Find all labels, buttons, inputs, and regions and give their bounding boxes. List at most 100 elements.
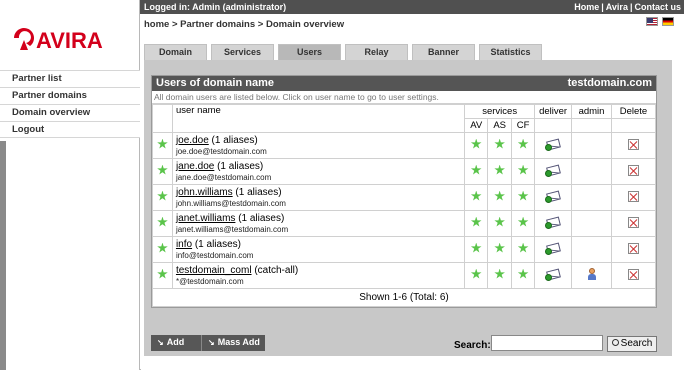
as-star-icon[interactable] — [494, 164, 505, 175]
av-cell[interactable] — [464, 184, 489, 211]
deliver-cell[interactable] — [534, 262, 573, 289]
user-cell: info (1 aliases) info@testdomain.com — [171, 236, 466, 263]
cf-cell[interactable] — [511, 132, 536, 159]
as-star-icon[interactable] — [494, 190, 505, 201]
cf-star-icon[interactable] — [517, 216, 529, 227]
arrow-icon: ↘ — [157, 338, 164, 347]
av-star-icon[interactable] — [470, 190, 482, 201]
av-star-icon[interactable] — [470, 216, 482, 227]
cf-star-icon[interactable] — [517, 190, 529, 201]
deliver-cell[interactable] — [534, 210, 573, 237]
cf-star-icon[interactable] — [517, 138, 529, 149]
admin-cell[interactable] — [571, 210, 612, 237]
status-star-icon — [157, 138, 168, 149]
admin-user-icon[interactable] — [587, 267, 597, 281]
arrow-icon: ↘ — [208, 338, 215, 347]
deliver-envelope-icon[interactable] — [545, 268, 561, 281]
delete-cell[interactable] — [610, 210, 657, 237]
as-cell[interactable] — [487, 132, 513, 159]
mass-add-button[interactable]: ↘ Mass Add — [201, 335, 265, 351]
delete-icon[interactable] — [627, 216, 639, 228]
search-button[interactable]: Search — [607, 336, 657, 352]
deliver-envelope-icon[interactable] — [545, 242, 561, 255]
tab-users[interactable]: Users — [278, 44, 341, 60]
as-cell[interactable] — [487, 158, 513, 185]
deliver-cell[interactable] — [534, 184, 573, 211]
delete-cell[interactable] — [610, 236, 657, 263]
delete-icon[interactable] — [627, 242, 639, 254]
deliver-envelope-icon[interactable] — [545, 164, 561, 177]
avira-link[interactable]: Avira — [606, 2, 628, 12]
nav-domain-overview[interactable]: Domain overview — [0, 104, 140, 121]
user-link[interactable]: john.williams — [176, 187, 233, 198]
deliver-envelope-icon[interactable] — [545, 138, 561, 151]
user-link[interactable]: testdomain_coml — [176, 265, 252, 276]
av-cell[interactable] — [464, 210, 489, 237]
user-rows: joe.doe (1 aliases) joe.doe@testdomain.co… — [152, 132, 657, 289]
de-flag-icon[interactable] — [662, 17, 674, 26]
user-aliases: (1 aliases) — [235, 212, 285, 224]
user-link[interactable]: jane.doe — [176, 161, 214, 172]
contact-link[interactable]: Contact us — [634, 2, 681, 12]
as-star-icon[interactable] — [494, 138, 505, 149]
tab-services[interactable]: Services — [211, 44, 274, 60]
deliver-cell[interactable] — [534, 132, 573, 159]
nav-partner-domains[interactable]: Partner domains — [0, 87, 140, 104]
av-cell[interactable] — [464, 236, 489, 263]
as-star-icon[interactable] — [494, 242, 505, 253]
us-flag-icon[interactable] — [646, 17, 658, 26]
add-user-button[interactable]: ↘ Add — [151, 335, 201, 351]
cf-cell[interactable] — [511, 158, 536, 185]
cf-star-icon[interactable] — [517, 164, 529, 175]
as-cell[interactable] — [487, 184, 513, 211]
cf-cell[interactable] — [511, 210, 536, 237]
as-cell[interactable] — [487, 210, 513, 237]
delete-cell[interactable] — [610, 132, 657, 159]
av-star-icon[interactable] — [470, 242, 482, 253]
cf-cell[interactable] — [511, 262, 536, 289]
deliver-envelope-icon[interactable] — [545, 190, 561, 203]
tab-relay[interactable]: Relay — [345, 44, 408, 60]
tab-domain[interactable]: Domain — [144, 44, 207, 60]
user-link[interactable]: info — [176, 239, 192, 250]
av-cell[interactable] — [464, 132, 489, 159]
cf-cell[interactable] — [511, 236, 536, 263]
av-star-icon[interactable] — [470, 138, 482, 149]
cf-star-icon[interactable] — [517, 268, 529, 279]
cf-cell[interactable] — [511, 184, 536, 211]
as-star-icon[interactable] — [494, 216, 505, 227]
admin-cell[interactable] — [571, 158, 612, 185]
table-row: joe.doe (1 aliases) joe.doe@testdomain.co… — [152, 132, 657, 159]
user-link[interactable]: joe.doe — [176, 135, 209, 146]
as-star-icon[interactable] — [494, 268, 505, 279]
delete-cell[interactable] — [610, 158, 657, 185]
admin-cell[interactable] — [571, 262, 612, 289]
av-star-icon[interactable] — [470, 164, 482, 175]
av-cell[interactable] — [464, 158, 489, 185]
delete-icon[interactable] — [627, 164, 639, 176]
search-input[interactable] — [491, 335, 603, 351]
header-admin-sub — [571, 118, 612, 133]
home-link[interactable]: Home — [574, 2, 599, 12]
tab-statistics[interactable]: Statistics — [479, 44, 542, 60]
admin-cell[interactable] — [571, 236, 612, 263]
cf-star-icon[interactable] — [517, 242, 529, 253]
user-link[interactable]: janet.williams — [176, 213, 235, 224]
nav-partner-list[interactable]: Partner list — [0, 70, 140, 87]
tab-banner[interactable]: Banner — [412, 44, 475, 60]
admin-cell[interactable] — [571, 184, 612, 211]
delete-icon[interactable] — [627, 190, 639, 202]
deliver-envelope-icon[interactable] — [545, 216, 561, 229]
deliver-cell[interactable] — [534, 158, 573, 185]
delete-icon[interactable] — [627, 268, 639, 280]
as-cell[interactable] — [487, 236, 513, 263]
admin-cell[interactable] — [571, 132, 612, 159]
av-cell[interactable] — [464, 262, 489, 289]
as-cell[interactable] — [487, 262, 513, 289]
deliver-cell[interactable] — [534, 236, 573, 263]
delete-icon[interactable] — [627, 138, 639, 150]
delete-cell[interactable] — [610, 184, 657, 211]
nav-logout[interactable]: Logout — [0, 121, 140, 138]
delete-cell[interactable] — [610, 262, 657, 289]
av-star-icon[interactable] — [470, 268, 482, 279]
